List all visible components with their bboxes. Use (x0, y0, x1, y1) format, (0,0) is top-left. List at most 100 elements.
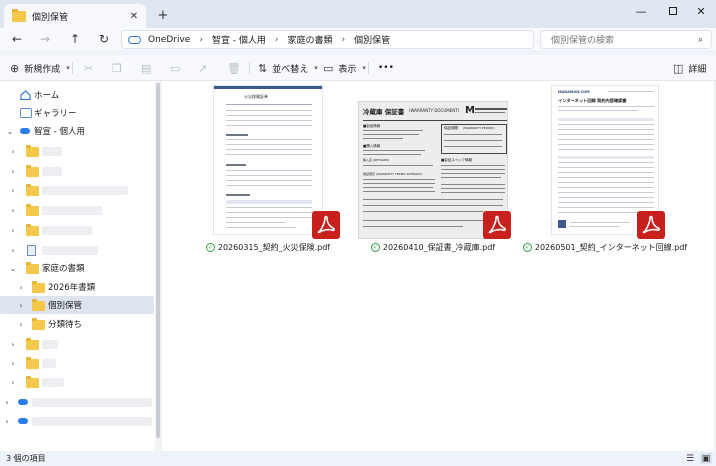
details-button[interactable]: ◫ 詳細 (673, 59, 706, 77)
new-label: 新規作成 (24, 64, 61, 75)
folder-icon (26, 338, 39, 350)
scissors-icon: ✂ (84, 61, 94, 75)
scrollbar-thumb[interactable] (156, 83, 160, 438)
file-item[interactable]: 火災保険証券 ✓ 20260315_契約_火災保険.pdf (193, 85, 343, 257)
more-options-button[interactable]: ••• (378, 59, 394, 77)
breadcrumb-current[interactable]: 個別保管 (354, 33, 390, 46)
close-window-button[interactable]: ✕ (686, 0, 716, 22)
cut-button[interactable]: ✂ (84, 59, 98, 77)
sidebar-item-onedrive[interactable]: ⌄ 智宣 - 個人用 (0, 122, 154, 140)
sort-button[interactable]: ⇅ 並べ替え ▾ (258, 59, 318, 77)
chevron-right-icon[interactable]: › (16, 320, 26, 329)
new-tab-button[interactable]: + (154, 6, 172, 24)
warranty-period-label: 保証期間 (444, 126, 458, 130)
chevron-right-icon[interactable]: › (2, 417, 12, 426)
onedrive-cloud-icon (20, 128, 30, 134)
chevron-right-icon[interactable]: › (8, 226, 18, 235)
copy-button[interactable]: ❐ (112, 59, 127, 77)
sidebar-scrollbar[interactable] (155, 81, 161, 451)
file-item[interactable]: MADAMON.COM インターネット回線 契約内容確認書 ✓ 20260501… (522, 85, 687, 257)
view-label: 表示 (338, 64, 357, 75)
list-view-icon: ☰ (685, 453, 695, 464)
divider (72, 62, 73, 74)
up-button[interactable]: ↑ (64, 28, 86, 50)
chevron-down-icon[interactable]: ⌄ (8, 264, 18, 273)
sidebar-item-folder[interactable]: › (0, 142, 154, 160)
title-bar: 個別保管 ✕ + — ✕ (0, 0, 716, 28)
redacted-label (42, 206, 102, 215)
chevron-right-icon[interactable]: › (2, 398, 12, 407)
sidebar-item-document[interactable]: › (0, 241, 154, 259)
address-bar-row: ← → ↑ ↻ OneDrive › 智宣 - 個人用 › 家庭の書類 › 個別… (0, 28, 716, 50)
sidebar-item-folder[interactable]: › (0, 335, 154, 353)
refresh-button[interactable]: ↻ (93, 28, 115, 50)
file-name[interactable]: ✓ 20260410_保証書_冷蔵庫.pdf (338, 242, 528, 253)
sidebar-item-folder[interactable]: › (0, 373, 154, 391)
document-icon (27, 245, 36, 256)
warranty-terms-label: 保証規定 (WARRANTY TERMS SUMMARY) (363, 172, 423, 176)
brand-label: MADAMON.COM (558, 90, 590, 94)
chevron-right-icon[interactable]: › (8, 246, 18, 255)
maximize-button[interactable] (658, 0, 688, 22)
breadcrumb-family-docs[interactable]: 家庭の書類 (288, 33, 333, 46)
sidebar-item-cloud[interactable]: › (0, 412, 154, 430)
chevron-right-icon[interactable]: › (8, 359, 18, 368)
chevron-right-icon[interactable]: › (275, 35, 279, 45)
new-button[interactable]: ⊕ 新規作成 ▾ (10, 59, 70, 77)
sidebar-item-home[interactable]: ホーム (0, 86, 154, 104)
file-name[interactable]: ✓ 20260501_契約_インターネット回線.pdf (510, 242, 700, 253)
tab-title: 個別保管 (32, 12, 69, 23)
chevron-right-icon[interactable]: › (342, 35, 346, 45)
breadcrumb[interactable]: OneDrive › 智宣 - 個人用 › 家庭の書類 › 個別保管 (121, 30, 534, 49)
sync-status-icon: ✓ (522, 243, 532, 252)
sidebar-item-folder[interactable]: › (0, 354, 154, 372)
view-button[interactable]: ▭ 表示 ▾ (323, 59, 366, 77)
sidebar-item-cloud[interactable]: › (0, 393, 154, 411)
chevron-right-icon[interactable]: › (8, 147, 18, 156)
tab-current-folder[interactable]: 個別保管 ✕ (4, 4, 146, 28)
sidebar-item-folder[interactable]: › (0, 201, 154, 219)
chevron-right-icon[interactable]: › (8, 340, 18, 349)
sidebar-item-folder[interactable]: › (0, 221, 154, 239)
chevron-right-icon[interactable]: › (8, 206, 18, 215)
rename-button[interactable]: ▭ (170, 59, 185, 77)
breadcrumb-onedrive[interactable]: OneDrive (148, 35, 190, 45)
file-name-label: 20260315_契約_火災保険.pdf (217, 243, 331, 252)
file-name[interactable]: ✓ 20260315_契約_火災保険.pdf (173, 242, 363, 253)
share-button[interactable]: ↗ (198, 59, 212, 77)
sidebar-item-unsorted[interactable]: › 分類待ち (0, 315, 154, 333)
forward-button[interactable]: → (34, 28, 56, 50)
chevron-down-icon[interactable]: ⌄ (5, 127, 15, 136)
minimize-button[interactable]: — (626, 0, 656, 22)
chevron-right-icon[interactable]: › (199, 35, 203, 45)
folder-icon (26, 165, 39, 177)
search-input[interactable]: 個別保管の検索 ⌕ (540, 30, 712, 49)
chevron-right-icon[interactable]: › (8, 186, 18, 195)
sidebar-label: 家庭の書類 (42, 264, 85, 274)
sort-label: 並べ替え (272, 64, 309, 75)
search-placeholder: 個別保管の検索 (551, 36, 615, 46)
sidebar-item-folder[interactable]: › (0, 162, 154, 180)
pdf-preview: 火災保険証券 (213, 85, 323, 235)
details-view-button[interactable]: ☰ (684, 453, 696, 464)
retailer-label: 購入店 (RETAILER) (363, 158, 390, 162)
sidebar-item-family-docs[interactable]: ⌄ 家庭の書類 (0, 259, 154, 277)
chevron-right-icon[interactable]: › (8, 378, 18, 387)
paste-button[interactable]: ▤ (141, 59, 156, 77)
sidebar-item-gallery[interactable]: ギャラリー (0, 104, 154, 122)
breadcrumb-personal[interactable]: 智宣 - 個人用 (212, 33, 266, 46)
sidebar-item-folder[interactable]: › (0, 181, 154, 199)
divider (368, 62, 369, 74)
delete-button[interactable]: 🗑 (227, 59, 246, 77)
folder-icon (26, 184, 39, 196)
tab-close-icon[interactable]: ✕ (126, 8, 142, 24)
file-item[interactable]: 冷蔵庫 保証書 (WARRANTY DOCUMENT) M ■製品情報 保証期間… (358, 85, 511, 257)
chevron-right-icon[interactable]: › (16, 283, 26, 292)
back-button[interactable]: ← (6, 28, 28, 50)
sidebar-label: ギャラリー (34, 109, 77, 119)
sidebar-item-year-folder[interactable]: › 2026年書類 (0, 278, 154, 296)
large-icons-view-button[interactable]: ▣ (700, 453, 712, 464)
sidebar-item-current-folder[interactable]: › 個別保管 (0, 296, 154, 314)
chevron-right-icon[interactable]: › (8, 167, 18, 176)
chevron-right-icon[interactable]: › (16, 301, 26, 310)
